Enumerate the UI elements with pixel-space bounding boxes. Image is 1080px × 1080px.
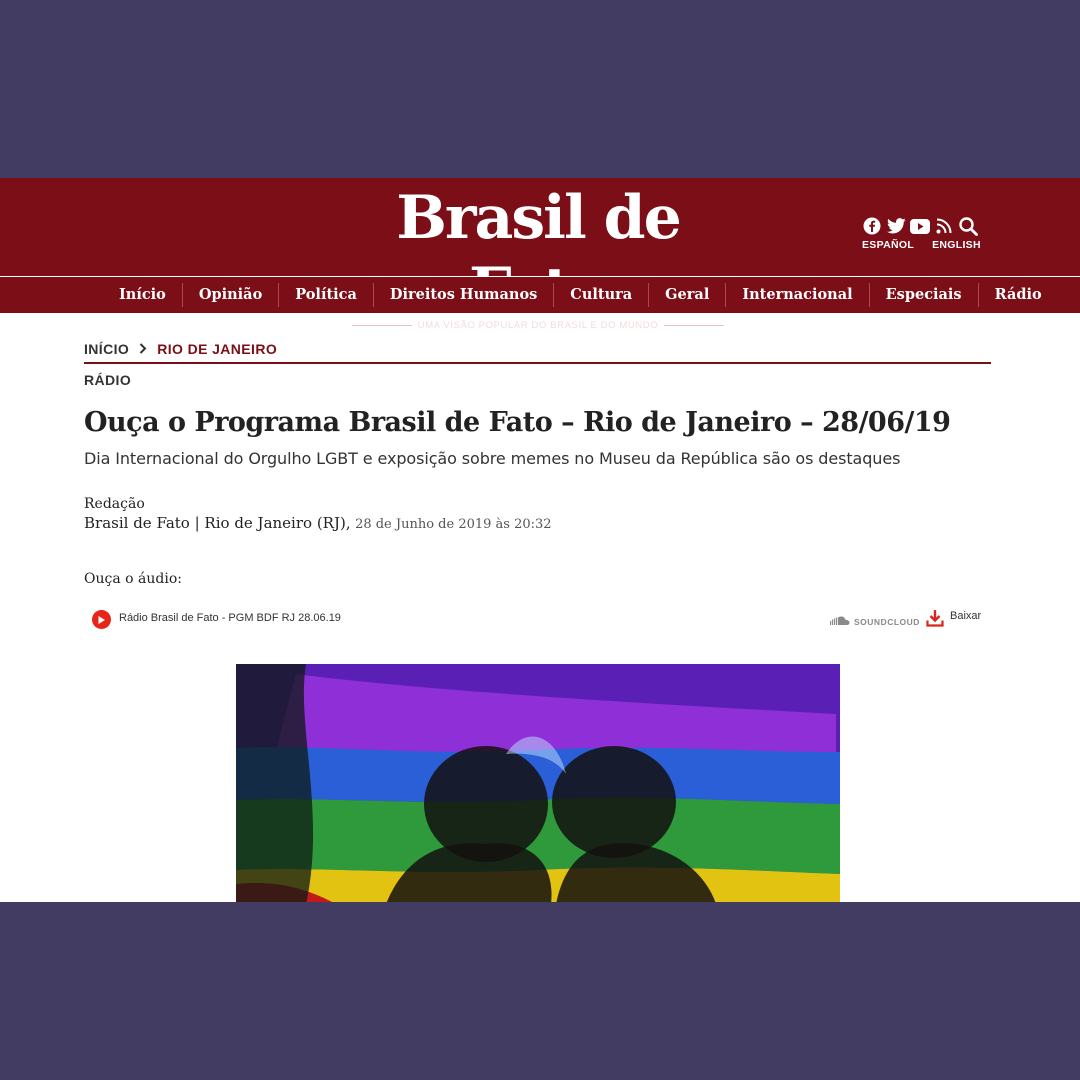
social-icons [862, 216, 986, 236]
language-links: ESPAÑOL ENGLISH [862, 239, 986, 251]
facebook-icon[interactable] [862, 216, 882, 236]
tagline: UMA VISÃO POPULAR DO BRASIL E DO MUNDO [417, 320, 659, 331]
header-social: ESPAÑOL ENGLISH [862, 216, 986, 251]
byline-source: Brasil de Fato | Rio de Janeiro (RJ), [84, 514, 351, 532]
tagline-divider-right [664, 325, 725, 326]
nav-item-direitos-humanos[interactable]: Direitos Humanos [374, 283, 555, 307]
soundcloud-link[interactable]: SOUNDCLOUD [830, 613, 920, 631]
main-nav: Início Opinião Política Direitos Humanos… [0, 277, 1080, 313]
nav-item-internacional[interactable]: Internacional [726, 283, 870, 307]
audio-player: Rádio Brasil de Fato - PGM BDF RJ 28.06.… [90, 608, 990, 632]
rainbow-flag-photo [236, 664, 840, 902]
lang-espanol-link[interactable]: ESPAÑOL [862, 239, 914, 251]
lang-english-link[interactable]: ENGLISH [932, 239, 981, 251]
play-button[interactable] [92, 610, 111, 629]
soundcloud-icon [830, 613, 850, 631]
article: INÍCIO RIO DE JANEIRO RÁDIO Ouça o Progr… [84, 338, 992, 587]
twitter-icon[interactable] [886, 216, 906, 236]
breadcrumb-current-link[interactable]: RIO DE JANEIRO [157, 341, 277, 357]
youtube-icon[interactable] [910, 216, 930, 236]
page-frame: Brasil de Fato UMA VISÃO POPULAR DO BRAS… [0, 178, 1080, 902]
download-label: Baixar [950, 610, 982, 622]
byline: Brasil de Fato | Rio de Janeiro (RJ), 28… [84, 514, 992, 533]
search-icon[interactable] [958, 216, 978, 236]
tagline-row: UMA VISÃO POPULAR DO BRASIL E DO MUNDO [338, 320, 738, 331]
audio-label: Ouça o áudio: [84, 571, 182, 587]
nav-item-radio[interactable]: Rádio [979, 283, 1058, 307]
breadcrumb: INÍCIO RIO DE JANEIRO [84, 338, 992, 360]
section-label[interactable]: RÁDIO [84, 372, 992, 390]
nav-item-especiais[interactable]: Especiais [870, 283, 979, 307]
breadcrumb-home-link[interactable]: INÍCIO [84, 341, 129, 357]
rss-icon[interactable] [934, 216, 954, 236]
download-button[interactable]: Baixar [926, 608, 981, 633]
site-header: Brasil de Fato UMA VISÃO POPULAR DO BRAS… [0, 178, 1080, 331]
article-subtitle: Dia Internacional do Orgulho LGBT e expo… [84, 449, 901, 468]
breadcrumb-divider [84, 362, 991, 364]
download-icon [926, 608, 944, 633]
track-title[interactable]: Rádio Brasil de Fato - PGM BDF RJ 28.06.… [119, 612, 341, 624]
tagline-divider-left [351, 325, 412, 326]
article-title: Ouça o Programa Brasil de Fato – Rio de … [84, 407, 951, 438]
chevron-right-icon [139, 342, 147, 357]
article-author: Redação [84, 496, 145, 512]
nav-item-cultura[interactable]: Cultura [554, 283, 650, 307]
nav-item-geral[interactable]: Geral [649, 283, 727, 307]
nav-item-opiniao[interactable]: Opinião [183, 283, 280, 307]
nav-item-politica[interactable]: Política [279, 283, 374, 307]
soundcloud-label: SOUNDCLOUD [854, 617, 920, 627]
nav-list: Início Opinião Política Direitos Humanos… [103, 277, 1058, 313]
play-icon [98, 615, 105, 624]
nav-item-inicio[interactable]: Início [103, 283, 183, 307]
publish-date: 28 de Junho de 2019 às 20:32 [355, 517, 552, 532]
